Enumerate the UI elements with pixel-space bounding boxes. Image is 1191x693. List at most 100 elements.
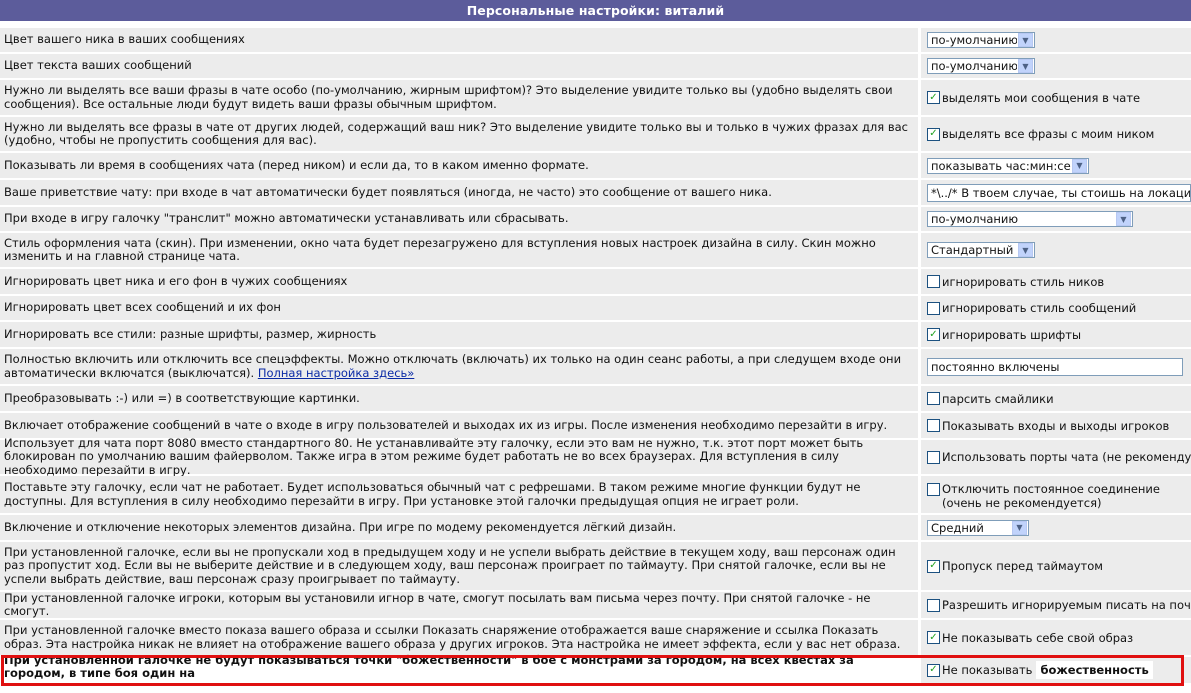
checkbox-label: Использовать порты чата (не рекомендуетс…	[942, 450, 1191, 464]
description-text: Использует для чата порт 8080 вместо ста…	[4, 435, 864, 477]
setting-control: ✓ Не показывать себе свой образ	[921, 620, 1191, 657]
checkbox-label: Не показывать себе свой образ	[942, 630, 1134, 645]
description-text: Показывать ли время в сообщениях чата (п…	[4, 157, 589, 172]
setting-description: При установленной галочке, если вы не пр…	[0, 542, 919, 592]
checkbox-label: Отключить постоянное соединение (очень н…	[942, 482, 1160, 510]
settings-row-timeout-skip: При установленной галочке, если вы не пр…	[0, 542, 1191, 592]
text-color-select[interactable]: по-умолчанию ▼	[927, 58, 1035, 74]
description-text: Нужно ли выделять все фразы в чате от др…	[4, 119, 909, 147]
greeting-input[interactable]: *\../* В твоем случае, ты стоишь на лока…	[927, 183, 1191, 202]
select-value: Средний	[931, 520, 984, 535]
checkbox-unchecked-icon[interactable]	[927, 483, 940, 496]
full-settings-link[interactable]: Полная настройка здесь»	[258, 366, 415, 380]
description-text: При установленной галочке игроки, которы…	[4, 590, 871, 618]
checkbox-checked-icon[interactable]: ✓	[927, 328, 940, 341]
checkbox-unchecked-icon[interactable]	[927, 301, 940, 315]
hide-divinity-checkbox[interactable]: ✓ Не показывать	[927, 663, 1032, 677]
setting-description: При установленной галочке игроки, которы…	[0, 590, 919, 620]
chevron-down-icon[interactable]: ▼	[1018, 59, 1033, 73]
page-title: Персональные настройки: виталий	[466, 3, 725, 18]
setting-control: Средний ▼	[921, 515, 1191, 542]
checkbox-label: Разрешить игнорируемым писать на почту	[942, 598, 1191, 612]
checkbox-checked-icon[interactable]: ✓	[927, 663, 940, 677]
effects-select[interactable]: постоянно включены	[927, 357, 1183, 376]
nick-color-select[interactable]: по-умолчанию ▼	[927, 32, 1035, 48]
setting-description: Цвет вашего ника в ваших сообщениях	[0, 28, 919, 54]
setting-control: парсить смайлики	[921, 386, 1191, 413]
setting-control: Отключить постоянное соединение (очень н…	[921, 476, 1191, 515]
setting-description: Использует для чата порт 8080 вместо ста…	[0, 435, 919, 477]
select-value: по-умолчанию	[931, 212, 1019, 226]
checkbox-checked-icon[interactable]: ✓	[927, 559, 940, 573]
setting-control: ✓ выделять мои сообщения в чате	[921, 80, 1191, 117]
description-text: Игнорировать все стили: разные шрифты, р…	[4, 326, 377, 341]
checkbox-unchecked-icon[interactable]	[927, 275, 940, 288]
setting-control: показывать час:мин:сек ▼	[921, 153, 1191, 180]
select-value: по-умолчанию	[931, 33, 1017, 47]
highlight-mentions-checkbox[interactable]: ✓ выделять все фразы с моим ником	[927, 127, 1154, 141]
show-join-leave-checkbox[interactable]: Показывать входы и выходы игроков	[927, 419, 1169, 433]
design-select[interactable]: Средний ▼	[927, 519, 1029, 536]
description-text: При установленной галочке вместо показа …	[4, 623, 901, 651]
checkbox-checked-icon[interactable]: ✓	[927, 631, 940, 644]
settings-row-special-effects: Полностью включить или отключить все спе…	[0, 349, 1191, 386]
setting-description: Показывать ли время в сообщениях чата (п…	[0, 153, 919, 180]
setting-control: ✓ игнорировать шрифты	[921, 322, 1191, 349]
checkbox-unchecked-icon[interactable]	[927, 450, 940, 464]
ignore-message-style-checkbox[interactable]: игнорировать стиль сообщений	[927, 301, 1136, 315]
setting-control: ✓ Не показывать божественность	[921, 657, 1191, 685]
chevron-down-icon[interactable]: ▼	[1072, 158, 1087, 173]
translit-select[interactable]: по-умолчанию ▼	[927, 211, 1133, 227]
disable-persistent-connection-checkbox[interactable]: Отключить постоянное соединение (очень н…	[927, 482, 1191, 510]
parse-smileys-checkbox[interactable]: парсить смайлики	[927, 392, 1054, 406]
chevron-down-icon[interactable]: ▼	[1012, 520, 1027, 535]
checkbox-label: парсить смайлики	[942, 391, 1054, 406]
settings-row-ignored-mail: При установленной галочке игроки, которы…	[0, 590, 1191, 620]
hide-own-image-checkbox[interactable]: ✓ Не показывать себе свой образ	[927, 631, 1133, 645]
setting-description: Полностью включить или отключить все спе…	[0, 349, 919, 386]
chevron-down-icon[interactable]: ▼	[1018, 33, 1033, 47]
setting-description: Нужно ли выделять все ваши фразы в чате …	[0, 80, 919, 117]
settings-row-hide-own-image: При установленной галочке вместо показа …	[0, 620, 1191, 657]
settings-row-translit: При входе в игру галочку "транслит" можн…	[0, 207, 1191, 233]
chevron-down-icon[interactable]: ▼	[1018, 243, 1033, 257]
checkbox-label: игнорировать шрифты	[942, 327, 1082, 342]
setting-control: ✓ выделять все фразы с моим ником	[921, 117, 1191, 153]
checkbox-unchecked-icon[interactable]	[927, 419, 940, 432]
timeout-skip-checkbox[interactable]: ✓ Пропуск перед таймаутом	[927, 559, 1103, 573]
allow-ignored-mail-checkbox[interactable]: Разрешить игнорируемым писать на почту	[927, 598, 1191, 612]
time-format-select[interactable]: показывать час:мин:сек ▼	[927, 157, 1089, 174]
settings-row-highlight-own: Нужно ли выделять все ваши фразы в чате …	[0, 80, 1191, 117]
settings-row-divinity: При установленной галочке не будут показ…	[0, 652, 1191, 685]
description-text: Преобразовывать :-) или =) в соответству…	[4, 390, 360, 405]
checkbox-unchecked-icon[interactable]	[927, 392, 940, 405]
settings-row-text-color: Цвет текста ваших сообщений по-умолчанию…	[0, 54, 1191, 80]
skin-select[interactable]: Стандартный ▼	[927, 242, 1035, 258]
settings-row-persistent-connection: Поставьте эту галочку, если чат не работ…	[0, 476, 1191, 515]
chat-port-checkbox[interactable]: Использовать порты чата (не рекомендуетс…	[927, 450, 1191, 464]
settings-row-nick-color: Цвет вашего ника в ваших сообщениях по-у…	[0, 28, 1191, 54]
settings-row-design: Включение и отключение некоторых элемент…	[0, 515, 1191, 542]
setting-control: по-умолчанию ▼	[921, 207, 1191, 233]
settings-row-ignore-nick-style: Игнорировать цвет ника и его фон в чужих…	[0, 269, 1191, 296]
checkbox-checked-icon[interactable]: ✓	[927, 127, 940, 141]
setting-description: Игнорировать цвет всех сообщений и их фо…	[0, 296, 919, 322]
setting-description: Нужно ли выделять все фразы в чате от др…	[0, 117, 919, 153]
description-text: Включает отображение сообщений в чате о …	[4, 417, 888, 432]
description-text: Цвет вашего ника в ваших сообщениях	[4, 32, 245, 47]
settings-row-greeting: Ваше приветствие чату: при входе в чат а…	[0, 180, 1191, 207]
checkbox-label: выделять все фразы с моим ником	[942, 127, 1155, 141]
ignore-fonts-checkbox[interactable]: ✓ игнорировать шрифты	[927, 328, 1081, 342]
setting-control: Использовать порты чата (не рекомендуетс…	[921, 440, 1191, 476]
checkbox-checked-icon[interactable]: ✓	[927, 91, 940, 104]
description-text: При установленной галочке, если вы не пр…	[4, 544, 896, 586]
description-text: При установленной галочке не будут показ…	[4, 652, 854, 680]
checkbox-unchecked-icon[interactable]	[927, 598, 940, 612]
setting-description: Преобразовывать :-) или =) в соответству…	[0, 386, 919, 413]
highlight-own-checkbox[interactable]: ✓ выделять мои сообщения в чате	[927, 91, 1140, 105]
setting-description: При входе в игру галочку "транслит" можн…	[0, 207, 919, 233]
setting-description: Игнорировать все стили: разные шрифты, р…	[0, 322, 919, 349]
ignore-nick-style-checkbox[interactable]: игнорировать стиль ников	[927, 275, 1104, 289]
chevron-down-icon[interactable]: ▼	[1116, 212, 1131, 226]
settings-row-time-format: Показывать ли время в сообщениях чата (п…	[0, 153, 1191, 180]
